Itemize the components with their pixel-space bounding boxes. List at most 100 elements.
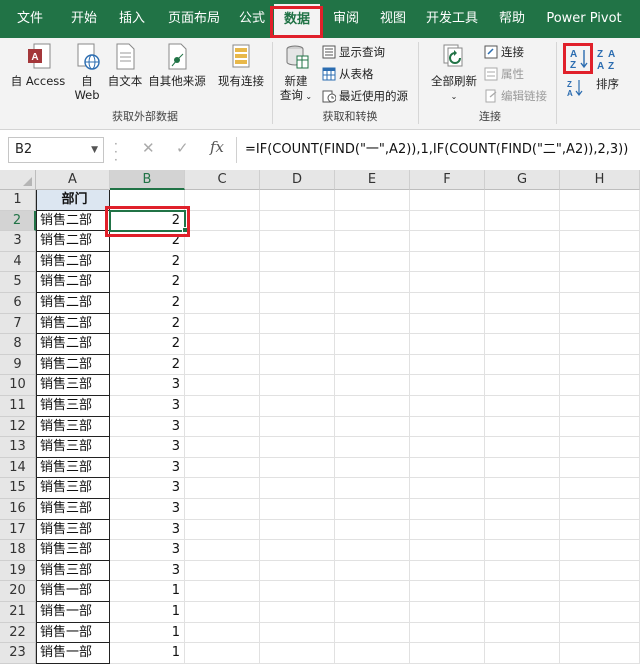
cell-c1[interactable] <box>185 190 260 211</box>
cell-e15[interactable] <box>335 478 410 499</box>
cell-h16[interactable] <box>560 499 640 520</box>
tab-file[interactable]: 文件 <box>8 0 52 38</box>
cell-c17[interactable] <box>185 519 260 541</box>
cell-f1[interactable] <box>410 190 485 211</box>
row-header[interactable]: 23 <box>0 643 36 664</box>
cell-b22[interactable]: 1 <box>110 622 185 644</box>
existing-connections-button[interactable]: 现有连接 <box>214 42 268 88</box>
cell-g5[interactable] <box>485 272 560 293</box>
cell-f14[interactable] <box>410 457 485 479</box>
cell-a20[interactable]: 销售一部 <box>36 581 110 602</box>
cell-a15[interactable]: 销售三部 <box>36 478 110 499</box>
column-header-c[interactable]: C <box>185 170 260 190</box>
cell-e19[interactable] <box>335 560 410 582</box>
cell-e3[interactable] <box>335 231 410 252</box>
row-header[interactable]: 3 <box>0 231 36 252</box>
cell-a14[interactable]: 销售三部 <box>36 457 110 479</box>
select-all-corner[interactable] <box>0 170 36 190</box>
cell-a6[interactable]: 销售二部 <box>36 293 110 314</box>
cell-b1[interactable] <box>110 190 185 211</box>
cell-e8[interactable] <box>335 334 410 355</box>
cell-b23[interactable]: 1 <box>110 643 185 664</box>
cell-b14[interactable]: 3 <box>110 457 185 479</box>
formula-input[interactable]: =IF(COUNT(FIND("一",A2)),1,IF(COUNT(FIND(… <box>236 137 640 163</box>
cell-f3[interactable] <box>410 231 485 252</box>
row-header[interactable]: 19 <box>0 560 36 582</box>
cell-a5[interactable]: 销售二部 <box>36 272 110 293</box>
row-header[interactable]: 11 <box>0 396 36 417</box>
cell-h19[interactable] <box>560 560 640 582</box>
cell-f17[interactable] <box>410 519 485 541</box>
cell-e10[interactable] <box>335 375 410 396</box>
sort-descending-icon[interactable]: Z A <box>566 78 584 98</box>
cancel-icon[interactable]: ✕ <box>142 139 155 157</box>
cell-a18[interactable]: 销售三部 <box>36 540 110 561</box>
cell-c22[interactable] <box>185 622 260 644</box>
cell-b19[interactable]: 3 <box>110 560 185 582</box>
column-header-d[interactable]: D <box>260 170 335 190</box>
row-header[interactable]: 10 <box>0 375 36 396</box>
cell-e1[interactable] <box>335 190 410 211</box>
cell-e13[interactable] <box>335 437 410 458</box>
cell-c13[interactable] <box>185 437 260 458</box>
cell-d2[interactable] <box>260 210 335 232</box>
cell-g20[interactable] <box>485 581 560 602</box>
cell-d19[interactable] <box>260 560 335 582</box>
cell-b12[interactable]: 3 <box>110 416 185 438</box>
cell-f23[interactable] <box>410 643 485 664</box>
new-query-button[interactable]: 新建 查询 ⌄ <box>278 42 314 104</box>
cell-g8[interactable] <box>485 334 560 355</box>
sort-dialog-icon[interactable]: Z A A Z <box>594 46 620 72</box>
cell-a7[interactable]: 销售二部 <box>36 313 110 335</box>
column-header-f[interactable]: F <box>410 170 485 190</box>
tab-insert[interactable]: 插入 <box>110 0 154 38</box>
row-header[interactable]: 9 <box>0 354 36 376</box>
row-header[interactable]: 1 <box>0 190 36 211</box>
from-other-sources-button[interactable]: 自其他来源 <box>146 42 208 88</box>
cell-d9[interactable] <box>260 354 335 376</box>
cell-h21[interactable] <box>560 602 640 623</box>
cell-g21[interactable] <box>485 602 560 623</box>
cell-c20[interactable] <box>185 581 260 602</box>
cell-h13[interactable] <box>560 437 640 458</box>
cell-e11[interactable] <box>335 396 410 417</box>
row-header[interactable]: 4 <box>0 251 36 273</box>
cell-c4[interactable] <box>185 251 260 273</box>
cell-f7[interactable] <box>410 313 485 335</box>
cell-b17[interactable]: 3 <box>110 519 185 541</box>
cell-a16[interactable]: 销售三部 <box>36 499 110 520</box>
cell-g17[interactable] <box>485 519 560 541</box>
cell-c5[interactable] <box>185 272 260 293</box>
cell-d1[interactable] <box>260 190 335 211</box>
cell-h9[interactable] <box>560 354 640 376</box>
cell-f13[interactable] <box>410 437 485 458</box>
cell-d14[interactable] <box>260 457 335 479</box>
cell-h12[interactable] <box>560 416 640 438</box>
row-header[interactable]: 2 <box>0 210 36 232</box>
cell-b15[interactable]: 3 <box>110 478 185 499</box>
cell-c16[interactable] <box>185 499 260 520</box>
cell-a23[interactable]: 销售一部 <box>36 643 110 664</box>
cell-b5[interactable]: 2 <box>110 272 185 293</box>
cell-g18[interactable] <box>485 540 560 561</box>
tab-help[interactable]: 帮助 <box>490 0 534 38</box>
cell-d7[interactable] <box>260 313 335 335</box>
from-text-button[interactable]: 自文本 <box>106 42 144 88</box>
cell-h1[interactable] <box>560 190 640 211</box>
cell-h15[interactable] <box>560 478 640 499</box>
name-box[interactable]: B2 ▼ <box>8 137 104 163</box>
cell-b4[interactable]: 2 <box>110 251 185 273</box>
connections-button[interactable]: 连接 <box>484 42 524 62</box>
show-queries-button[interactable]: 显示查询 <box>322 42 385 62</box>
cell-e17[interactable] <box>335 519 410 541</box>
cell-g1[interactable] <box>485 190 560 211</box>
cell-c3[interactable] <box>185 231 260 252</box>
cell-e5[interactable] <box>335 272 410 293</box>
recent-sources-button[interactable]: 最近使用的源 <box>322 86 408 106</box>
cell-g23[interactable] <box>485 643 560 664</box>
cell-c14[interactable] <box>185 457 260 479</box>
tab-data[interactable]: 数据 <box>274 4 320 38</box>
cell-a19[interactable]: 销售三部 <box>36 560 110 582</box>
column-header-h[interactable]: H <box>560 170 640 190</box>
row-header[interactable]: 7 <box>0 313 36 335</box>
